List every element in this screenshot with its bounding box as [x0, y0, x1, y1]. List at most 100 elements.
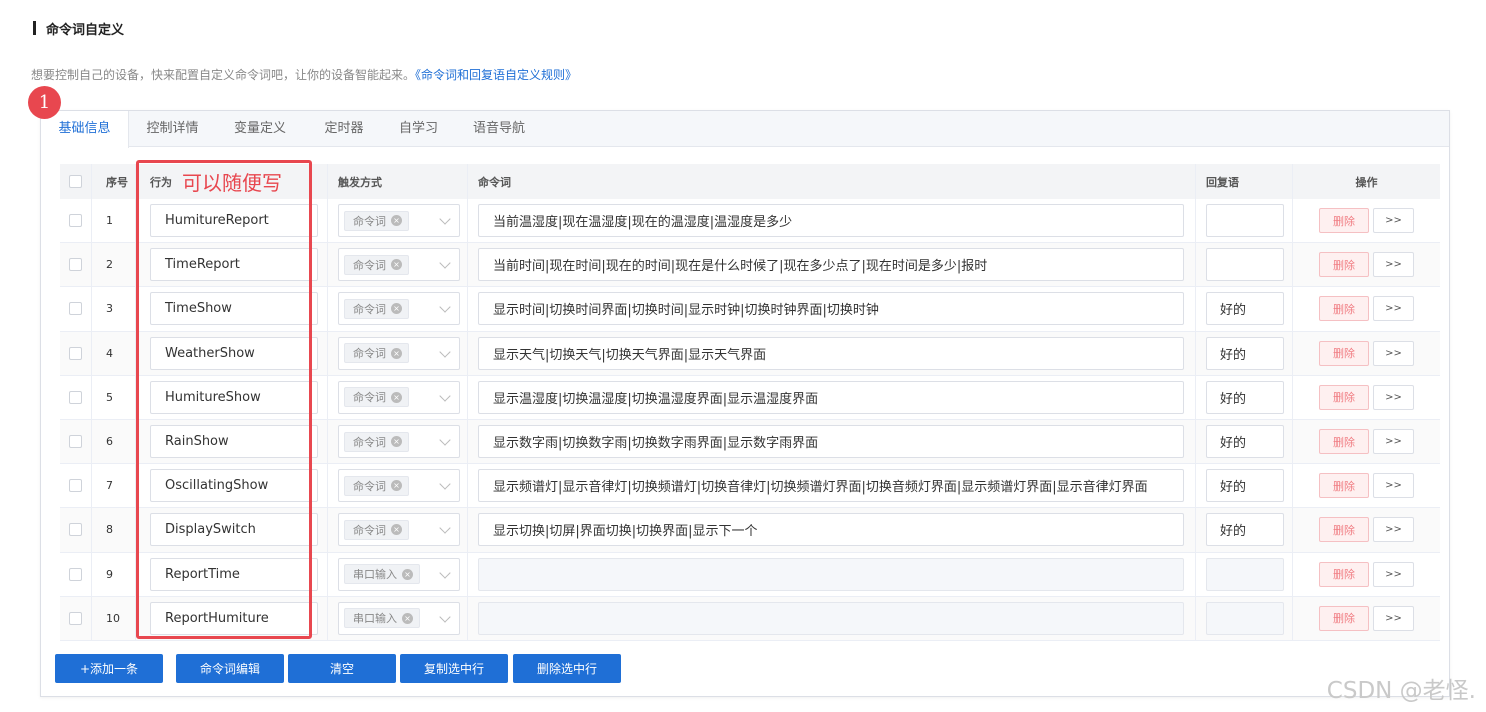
- more-button[interactable]: >>: [1373, 561, 1414, 587]
- action-input[interactable]: DisplaySwitch: [150, 513, 318, 547]
- command-input[interactable]: [478, 601, 1184, 635]
- row-checkbox[interactable]: [69, 390, 82, 404]
- reply-input[interactable]: 好的: [1206, 380, 1284, 414]
- row-checkbox[interactable]: [69, 258, 82, 272]
- command-input[interactable]: [478, 557, 1184, 591]
- delete-selected-button[interactable]: 删除选中行: [513, 654, 621, 683]
- operation-cell: 删除 >>: [1293, 287, 1440, 330]
- tag-close-icon[interactable]: ×: [391, 480, 402, 492]
- reply-input[interactable]: 好的: [1206, 336, 1284, 370]
- reply-input[interactable]: 好的: [1206, 425, 1284, 459]
- trigger-tag-label: 命令词: [353, 347, 386, 361]
- row-checkbox[interactable]: [69, 346, 82, 360]
- tab-self-learning[interactable]: 自学习: [384, 111, 453, 147]
- reply-input[interactable]: 好的: [1206, 513, 1284, 547]
- more-button[interactable]: >>: [1373, 429, 1414, 455]
- trigger-select[interactable]: 命令词 ×: [338, 425, 460, 459]
- trigger-select[interactable]: 命令词 ×: [338, 292, 460, 326]
- command-cell: 显示切换|切屏|界面切换|切换界面|显示下一个: [468, 508, 1196, 552]
- rules-link[interactable]: 《命令词和回复语自定义规则》: [415, 68, 577, 82]
- command-input[interactable]: 显示时间|切换时间界面|切换时间|显示时钟|切换时钟界面|切换时钟: [478, 292, 1184, 326]
- trigger-select[interactable]: 命令词 ×: [338, 204, 460, 238]
- trigger-select[interactable]: 命令词 ×: [338, 469, 460, 503]
- command-input[interactable]: 当前温湿度|现在温湿度|现在的温湿度|温湿度是多少: [478, 204, 1184, 238]
- action-input[interactable]: ReportTime: [150, 557, 318, 591]
- tag-close-icon[interactable]: ×: [391, 347, 402, 359]
- command-input[interactable]: 显示数字雨|切换数字雨|切换数字雨界面|显示数字雨界面: [478, 425, 1184, 459]
- reply-input[interactable]: 好的: [1206, 469, 1284, 503]
- table-row: 5 HumitureShow 命令词 × 显示温湿度|切换温湿度|切换温湿度界面|显示温…: [60, 375, 1440, 420]
- row-checkbox[interactable]: [69, 611, 82, 625]
- tag-close-icon[interactable]: ×: [391, 391, 402, 403]
- tag-close-icon[interactable]: ×: [391, 303, 402, 315]
- copy-selected-button[interactable]: 复制选中行: [400, 654, 508, 683]
- watermark: CSDN @老怪.: [1326, 678, 1476, 704]
- reply-input[interactable]: [1206, 204, 1284, 238]
- reply-input[interactable]: [1206, 248, 1284, 282]
- action-input[interactable]: HumitureReport: [150, 204, 318, 238]
- delete-button[interactable]: 删除: [1319, 561, 1369, 587]
- tab-control-details[interactable]: 控制详情: [129, 111, 216, 147]
- trigger-select[interactable]: 串口输入 ×: [338, 557, 460, 591]
- delete-button[interactable]: 删除: [1319, 473, 1369, 499]
- delete-button[interactable]: 删除: [1319, 517, 1369, 543]
- tab-timer[interactable]: 定时器: [304, 111, 384, 147]
- action-input[interactable]: WeatherShow: [150, 336, 318, 370]
- row-checkbox[interactable]: [69, 302, 82, 316]
- trigger-select[interactable]: 命令词 ×: [338, 513, 460, 547]
- more-button[interactable]: >>: [1373, 473, 1414, 499]
- reply-input[interactable]: [1206, 557, 1284, 591]
- trigger-select[interactable]: 命令词 ×: [338, 248, 460, 282]
- delete-button[interactable]: 删除: [1319, 340, 1369, 366]
- command-input[interactable]: 显示切换|切屏|界面切换|切换界面|显示下一个: [478, 513, 1184, 547]
- row-checkbox[interactable]: [69, 479, 82, 493]
- action-input[interactable]: TimeReport: [150, 248, 318, 282]
- command-input[interactable]: 显示天气|切换天气|切换天气界面|显示天气界面: [478, 336, 1184, 370]
- more-button[interactable]: >>: [1373, 340, 1414, 366]
- action-input[interactable]: ReportHumiture: [150, 601, 318, 635]
- delete-button[interactable]: 删除: [1319, 429, 1369, 455]
- trigger-select[interactable]: 命令词 ×: [338, 336, 460, 370]
- delete-button[interactable]: 删除: [1319, 296, 1369, 322]
- edit-command-button[interactable]: 命令词编辑: [176, 654, 284, 683]
- command-cell: 当前时间|现在时间|现在的时间|现在是什么时候了|现在多少点了|现在时间是多少|…: [468, 243, 1196, 287]
- reply-input[interactable]: 好的: [1206, 292, 1284, 326]
- row-checkbox[interactable]: [69, 523, 82, 537]
- reply-input[interactable]: [1206, 601, 1284, 635]
- tag-close-icon[interactable]: ×: [402, 568, 413, 580]
- tab-voice-navigation[interactable]: 语音导航: [453, 111, 545, 147]
- action-input[interactable]: HumitureShow: [150, 380, 318, 414]
- tab-basic-info[interactable]: 基础信息: [41, 111, 129, 148]
- delete-button[interactable]: 删除: [1319, 605, 1369, 631]
- add-row-button[interactable]: +添加一条: [55, 654, 163, 683]
- more-button[interactable]: >>: [1373, 605, 1414, 631]
- command-input[interactable]: 显示频谱灯|显示音律灯|切换频谱灯|切换音律灯|切换频谱灯界面|切换音频灯界面|…: [478, 469, 1184, 503]
- delete-button[interactable]: 删除: [1319, 252, 1369, 278]
- tag-close-icon[interactable]: ×: [391, 259, 402, 271]
- action-input[interactable]: OscillatingShow: [150, 469, 318, 503]
- more-button[interactable]: >>: [1373, 296, 1414, 322]
- more-button[interactable]: >>: [1373, 517, 1414, 543]
- row-checkbox[interactable]: [69, 567, 82, 581]
- more-button[interactable]: >>: [1373, 208, 1414, 234]
- delete-button[interactable]: 删除: [1319, 208, 1369, 234]
- clear-button[interactable]: 清空: [288, 654, 396, 683]
- trigger-select[interactable]: 串口输入 ×: [338, 601, 460, 635]
- tag-close-icon[interactable]: ×: [391, 215, 402, 227]
- action-input[interactable]: RainShow: [150, 425, 318, 459]
- row-checkbox[interactable]: [69, 435, 82, 449]
- action-input[interactable]: TimeShow: [150, 292, 318, 326]
- tag-close-icon[interactable]: ×: [402, 612, 413, 624]
- row-checkbox[interactable]: [69, 214, 82, 228]
- footer-buttons: +添加一条 命令词编辑 清空 复制选中行 删除选中行: [55, 654, 621, 683]
- more-button[interactable]: >>: [1373, 384, 1414, 410]
- tag-close-icon[interactable]: ×: [391, 436, 402, 448]
- delete-button[interactable]: 删除: [1319, 384, 1369, 410]
- select-all-checkbox[interactable]: [69, 175, 82, 188]
- command-input[interactable]: 当前时间|现在时间|现在的时间|现在是什么时候了|现在多少点了|现在时间是多少|…: [478, 248, 1184, 282]
- tab-variable-definition[interactable]: 变量定义: [216, 111, 304, 147]
- tag-close-icon[interactable]: ×: [391, 524, 402, 536]
- trigger-select[interactable]: 命令词 ×: [338, 380, 460, 414]
- more-button[interactable]: >>: [1373, 252, 1414, 278]
- command-input[interactable]: 显示温湿度|切换温湿度|切换温湿度界面|显示温湿度界面: [478, 380, 1184, 414]
